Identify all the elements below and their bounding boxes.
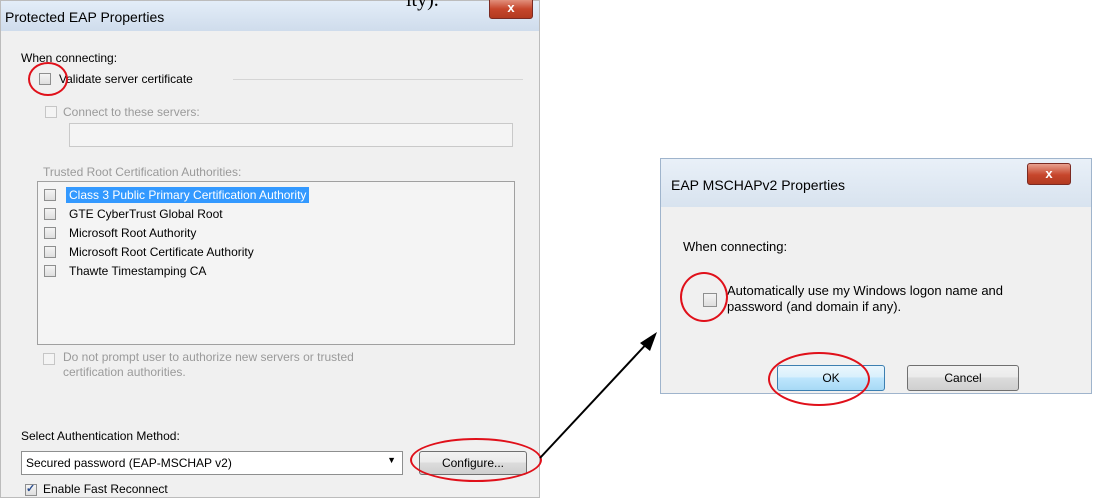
- arrow-icon: [539, 332, 657, 459]
